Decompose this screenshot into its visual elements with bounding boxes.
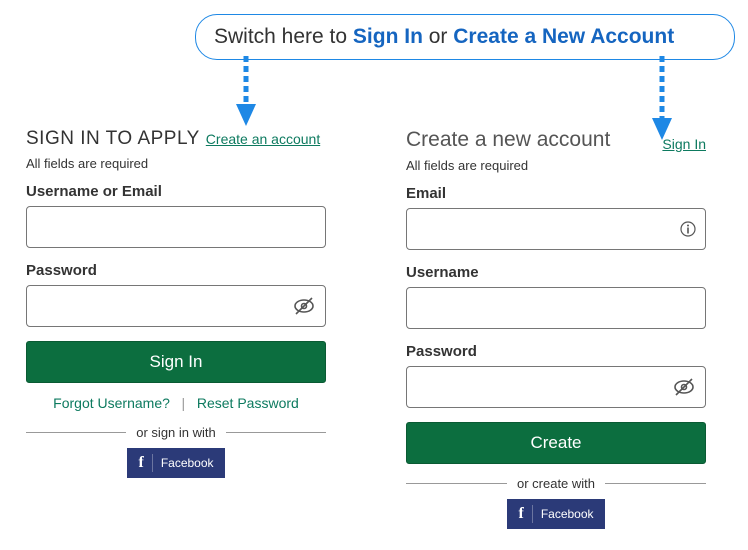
callout-text-mid: or <box>423 25 453 48</box>
username-input[interactable] <box>26 206 326 248</box>
info-icon[interactable] <box>680 221 696 242</box>
eye-slash-icon[interactable] <box>292 295 316 322</box>
password-label: Password <box>26 262 326 279</box>
password-input[interactable] <box>26 285 326 327</box>
arrow-left-icon <box>234 56 254 128</box>
callout-signin: Sign In <box>353 25 423 48</box>
signin-link[interactable]: Sign In <box>662 136 706 152</box>
signin-facebook-label: Facebook <box>161 456 214 470</box>
create-password-input[interactable] <box>406 366 706 408</box>
create-username-label: Username <box>406 264 706 281</box>
create-title: Create a new account <box>406 128 610 152</box>
create-button[interactable]: Create <box>406 422 706 464</box>
forgot-username-link[interactable]: Forgot Username? <box>53 395 170 411</box>
facebook-icon: f <box>518 505 532 523</box>
signin-panel: SIGN IN TO APPLY Create an account All f… <box>26 128 326 529</box>
create-password-label: Password <box>406 343 706 360</box>
signin-required-note: All fields are required <box>26 156 326 171</box>
signin-button[interactable]: Sign In <box>26 341 326 383</box>
create-required-note: All fields are required <box>406 158 706 173</box>
email-input[interactable] <box>406 208 706 250</box>
create-divider: or create with <box>406 476 706 491</box>
create-panel: Create a new account Sign In All fields … <box>406 128 706 529</box>
facebook-icon: f <box>138 454 152 472</box>
signin-facebook-button[interactable]: f Facebook <box>127 448 225 478</box>
callout-create: Create a New Account <box>453 25 674 48</box>
aux-links: Forgot Username? | Reset Password <box>26 395 326 411</box>
eye-slash-icon[interactable] <box>672 376 696 403</box>
callout-bubble: Switch here to Sign In or Create a New A… <box>195 14 735 60</box>
create-account-link[interactable]: Create an account <box>206 131 320 147</box>
reset-password-link[interactable]: Reset Password <box>197 395 299 411</box>
email-label: Email <box>406 185 706 202</box>
username-label: Username or Email <box>26 183 326 200</box>
signin-divider: or sign in with <box>26 425 326 440</box>
create-divider-text: or create with <box>517 476 595 491</box>
signin-title: SIGN IN TO APPLY <box>26 128 200 150</box>
create-facebook-button[interactable]: f Facebook <box>507 499 605 529</box>
callout-text-pre: Switch here to <box>214 25 353 48</box>
signin-divider-text: or sign in with <box>136 425 215 440</box>
create-username-input[interactable] <box>406 287 706 329</box>
create-facebook-label: Facebook <box>541 507 594 521</box>
